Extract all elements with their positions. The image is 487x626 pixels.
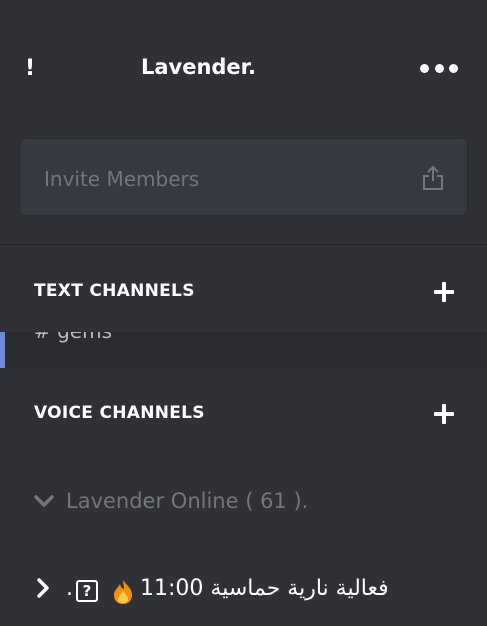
voice-category-label: Lavender Online ( 61 ).: [66, 489, 309, 513]
voice-channels-header[interactable]: VOICE CHANNELS: [34, 403, 205, 423]
voice-category-lavender-online[interactable]: Lavender Online ( 61 ).: [34, 486, 308, 516]
selected-indicator: [0, 332, 5, 368]
event-channel-name: فعالية نارية حماسية 11:00: [140, 576, 389, 601]
chevron-right-icon: [37, 578, 49, 598]
add-voice-channel-plus-icon[interactable]: [434, 404, 454, 424]
invite-members-label: Invite Members: [44, 167, 200, 191]
ellipsis-dot: [420, 63, 429, 73]
event-channel-item[interactable]: . ? فعالية نارية حماسية 11:00: [36, 574, 476, 614]
event-title-arabic: فعالية نارية حماسية: [210, 576, 389, 601]
share-icon: [423, 165, 443, 190]
ellipsis-dot: [434, 63, 444, 73]
event-dot: .: [66, 576, 73, 601]
server-header: ! Lavender.: [0, 0, 487, 138]
channel-name: # gems: [34, 332, 112, 343]
event-time: 11:00: [140, 576, 204, 601]
server-name[interactable]: Lavender.: [0, 55, 397, 79]
fire-icon: [114, 580, 132, 604]
divider: [0, 244, 487, 245]
chevron-down-icon: [34, 495, 54, 507]
add-text-channel-plus-icon[interactable]: [434, 282, 454, 302]
invite-members-button[interactable]: Invite Members: [19, 138, 468, 216]
text-channels-header[interactable]: TEXT CHANNELS: [34, 281, 195, 301]
ellipsis-dot: [449, 63, 458, 73]
channel-item-gems[interactable]: # gems: [0, 332, 487, 368]
ellipsis-icon[interactable]: [420, 62, 458, 74]
question-mark-icon: ?: [76, 580, 98, 602]
